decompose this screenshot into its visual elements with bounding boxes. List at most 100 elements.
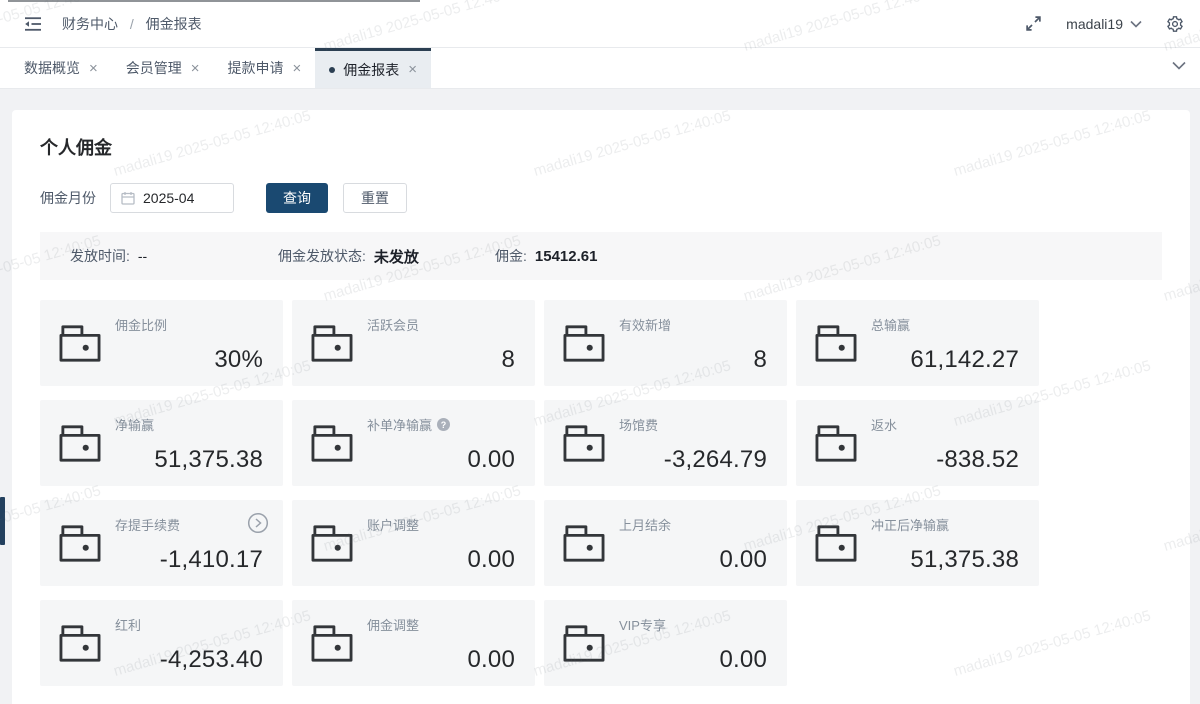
stat-label: 佣金比例 <box>115 315 167 334</box>
wallet-icon <box>562 623 606 668</box>
wallet-icon <box>814 423 858 468</box>
calendar-icon <box>121 191 135 205</box>
stat-card-5: 净输赢51,375.38 <box>40 400 283 486</box>
wallet-icon <box>814 523 858 568</box>
summary-label: 佣金: <box>495 246 527 266</box>
tab-bar: 数据概览 × 会员管理 × 提款申请 × 佣金报表 × <box>0 48 1200 89</box>
filter-row: 佣金月份 2025-04 查询 重置 <box>40 182 1162 214</box>
stat-value: 8 <box>501 346 515 374</box>
page-title: 个人佣金 <box>40 134 1162 160</box>
top-bar: 财务中心 / 佣金报表 madali19 <box>0 0 1200 48</box>
stat-card-10: 账户调整 0.00 <box>292 500 535 586</box>
stat-value: -4,253.40 <box>160 646 263 674</box>
tab-label: 佣金报表 <box>343 60 399 80</box>
stat-label: 冲正后净输赢 <box>871 515 949 534</box>
wallet-icon <box>814 323 858 368</box>
summary-item-2: 佣金发放状态: 未发放 <box>278 246 495 267</box>
top-progress-line <box>8 0 420 2</box>
wallet-icon <box>58 523 102 568</box>
search-button[interactable]: 查询 <box>266 183 328 213</box>
summary-item-1: 发放时间: -- <box>70 246 278 266</box>
tab-label: 提款申请 <box>228 58 284 78</box>
tab-2[interactable]: 会员管理 × <box>112 48 214 88</box>
stat-card-2: 活跃会员8 <box>292 300 535 386</box>
stat-label: 补单净输赢? <box>367 415 450 434</box>
breadcrumb-separator: / <box>130 16 134 32</box>
stat-label: 净输赢 <box>115 415 154 434</box>
settings-gear-icon[interactable] <box>1166 15 1184 33</box>
tab-4[interactable]: 佣金报表 × <box>315 48 431 88</box>
wallet-icon <box>562 323 606 368</box>
wallet-icon <box>310 423 354 468</box>
summary-item-3: 佣金: 15412.61 <box>495 246 597 266</box>
stat-label: 场馆费 <box>619 415 658 434</box>
stat-value: 0.00 <box>719 646 767 674</box>
summary-value: 未发放 <box>374 246 419 267</box>
stat-label: 有效新增 <box>619 315 671 334</box>
fullscreen-icon[interactable] <box>1025 15 1042 32</box>
left-scroll-indicator <box>0 497 5 545</box>
stat-value: 0.00 <box>719 546 767 574</box>
menu-fold-icon[interactable] <box>24 16 42 32</box>
stat-value: 30% <box>214 346 263 374</box>
stat-label: 红利 <box>115 615 141 634</box>
stat-value: -3,264.79 <box>664 446 767 474</box>
tab-list-chevron-down-icon[interactable] <box>1172 61 1186 70</box>
stat-label: 存提手续费 <box>115 515 180 534</box>
stat-card-11: 上月结余 0.00 <box>544 500 787 586</box>
tab-3[interactable]: 提款申请 × <box>214 48 316 88</box>
user-menu[interactable]: madali19 <box>1066 16 1142 32</box>
breadcrumb-section[interactable]: 财务中心 <box>62 16 118 32</box>
stat-value: -838.52 <box>936 446 1019 474</box>
wallet-icon <box>58 423 102 468</box>
help-question-icon[interactable]: ? <box>437 418 450 431</box>
tab-close-icon[interactable]: × <box>191 61 200 76</box>
stat-card-13: 红利 -4,253.40 <box>40 600 283 686</box>
stat-card-4: 总输赢61,142.27 <box>796 300 1039 386</box>
summary-value: -- <box>138 248 147 264</box>
wallet-icon <box>58 623 102 668</box>
stat-value: -1,410.17 <box>160 546 263 574</box>
wallet-icon <box>310 323 354 368</box>
month-filter-label: 佣金月份 <box>40 188 96 208</box>
wallet-icon <box>310 523 354 568</box>
wallet-icon <box>58 323 102 368</box>
summary-bar: 发放时间: -- 佣金发放状态: 未发放 佣金: 15412.61 <box>40 232 1162 280</box>
chevron-right-circle-icon[interactable] <box>247 512 269 539</box>
stat-card-15: VIP专享0.00 <box>544 600 787 686</box>
stat-value: 0.00 <box>467 546 515 574</box>
stat-label: 账户调整 <box>367 515 419 534</box>
stat-card-9: 存提手续费 -1,410.17 <box>40 500 283 586</box>
tab-label: 会员管理 <box>126 58 182 78</box>
reset-button[interactable]: 重置 <box>343 183 407 213</box>
stat-value: 51,375.38 <box>154 446 263 474</box>
tab-close-icon[interactable]: × <box>89 61 98 76</box>
stat-value: 61,142.27 <box>910 346 1019 374</box>
wallet-icon <box>310 623 354 668</box>
month-picker-value: 2025-04 <box>143 190 194 206</box>
stat-card-1: 佣金比例 30% <box>40 300 283 386</box>
wallet-icon <box>562 423 606 468</box>
stat-label: 佣金调整 <box>367 615 419 634</box>
wallet-icon <box>562 523 606 568</box>
stat-label: 总输赢 <box>871 315 910 334</box>
active-tab-dot <box>329 67 335 73</box>
tab-1[interactable]: 数据概览 × <box>10 48 112 88</box>
stat-label: 返水 <box>871 415 897 434</box>
tab-label: 数据概览 <box>24 58 80 78</box>
stat-card-14: 佣金调整 0.00 <box>292 600 535 686</box>
breadcrumb-page: 佣金报表 <box>146 16 202 32</box>
tab-close-icon[interactable]: × <box>293 61 302 76</box>
stat-card-6: 补单净输赢? 0.00 <box>292 400 535 486</box>
stat-label: 上月结余 <box>619 515 671 534</box>
stat-value: 8 <box>753 346 767 374</box>
month-picker-input[interactable]: 2025-04 <box>110 183 234 213</box>
tab-close-icon[interactable]: × <box>408 62 417 77</box>
summary-value: 15412.61 <box>535 248 598 265</box>
summary-label: 佣金发放状态: <box>278 246 366 266</box>
chevron-down-icon <box>1130 20 1142 28</box>
summary-label: 发放时间: <box>70 246 130 266</box>
content-panel: 个人佣金 佣金月份 2025-04 查询 重置 发放时间: -- 佣金发放状态: 未发… <box>12 110 1190 704</box>
stat-value: 0.00 <box>467 646 515 674</box>
stat-value: 0.00 <box>467 446 515 474</box>
